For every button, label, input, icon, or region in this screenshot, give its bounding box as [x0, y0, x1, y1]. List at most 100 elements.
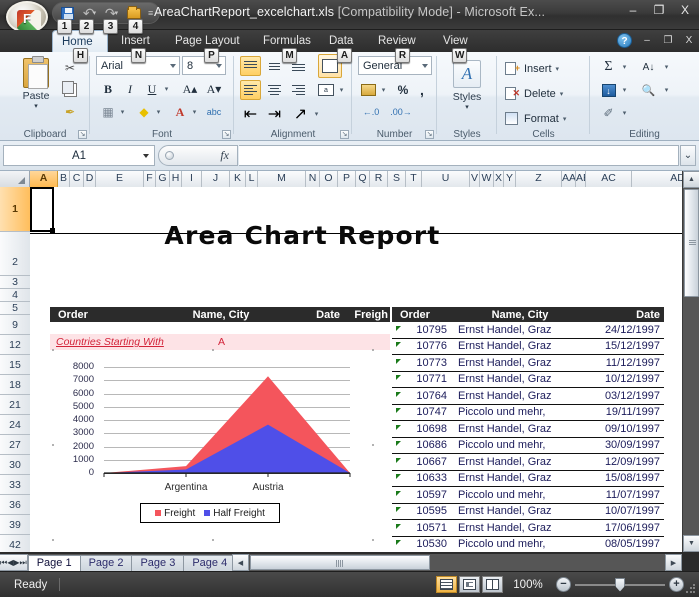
- row-header-3[interactable]: 3: [0, 276, 30, 289]
- clear-button[interactable]: ✐: [598, 103, 619, 123]
- resize-grip-icon[interactable]: [685, 583, 696, 594]
- error-indicator-icon[interactable]: [396, 507, 401, 513]
- autosum-button[interactable]: Σ: [598, 57, 619, 77]
- orientation-dropdown-icon[interactable]: ▾: [312, 104, 321, 124]
- column-header-t[interactable]: T: [406, 171, 422, 187]
- table-row[interactable]: 10776 Ernst Handel, Graz 15/12/1997: [392, 338, 664, 355]
- error-indicator-icon[interactable]: [396, 325, 401, 331]
- scroll-left-button[interactable]: ◀: [232, 554, 249, 571]
- sort-filter-dropdown-icon[interactable]: ▾: [662, 57, 671, 77]
- grow-font-button[interactable]: A▴: [180, 79, 200, 99]
- row-header-18[interactable]: 18: [0, 375, 30, 395]
- select-all-button[interactable]: [0, 171, 30, 187]
- table-row[interactable]: 10795 Ernst Handel, Graz 24/12/1997: [392, 322, 664, 339]
- column-header-m[interactable]: M: [258, 171, 306, 187]
- column-header-p[interactable]: P: [338, 171, 356, 187]
- delete-cells-button[interactable]: ✕ Delete ▾: [505, 83, 563, 104]
- table-row[interactable]: 10686 Piccolo und mehr, 30/09/1997: [392, 437, 664, 454]
- column-header-j[interactable]: J: [202, 171, 230, 187]
- format-painter-button[interactable]: ✒: [60, 102, 80, 122]
- column-header-y[interactable]: Y: [504, 171, 516, 187]
- minimize-button[interactable]: –: [625, 4, 641, 16]
- column-header-l[interactable]: L: [246, 171, 258, 187]
- table-row[interactable]: 10698 Ernst Handel, Graz 09/10/1997: [392, 421, 664, 438]
- table-row[interactable]: 10764 Ernst Handel, Graz 03/12/1997: [392, 388, 664, 405]
- column-header-aa[interactable]: AA: [562, 171, 576, 187]
- row-header-39[interactable]: 39: [0, 515, 30, 535]
- copy-button[interactable]: [60, 80, 80, 100]
- styles-button[interactable]: A Styles ▾: [444, 56, 490, 118]
- table-row[interactable]: 10633 Ernst Handel, Graz 15/08/1997: [392, 470, 664, 487]
- column-header-s[interactable]: S: [388, 171, 406, 187]
- office-button[interactable]: [6, 1, 48, 33]
- page-break-view-button[interactable]: [482, 576, 503, 593]
- column-header-k[interactable]: K: [230, 171, 246, 187]
- scroll-down-button[interactable]: ▼: [683, 535, 699, 552]
- last-sheet-button[interactable]: ⏭: [20, 558, 27, 568]
- zoom-slider[interactable]: − +: [556, 576, 684, 593]
- ribbon-restore-button[interactable]: ❐: [662, 35, 674, 46]
- row-header-24[interactable]: 24: [0, 415, 30, 435]
- column-header-ab[interactable]: AB: [576, 171, 586, 187]
- row-header-1[interactable]: 1: [0, 187, 30, 232]
- autosum-dropdown-icon[interactable]: ▾: [620, 57, 629, 77]
- column-header-n[interactable]: N: [306, 171, 320, 187]
- error-indicator-icon[interactable]: [396, 441, 401, 447]
- scroll-up-button[interactable]: ▲: [683, 171, 699, 188]
- vertical-scrollbar[interactable]: ▲ ▼: [682, 171, 699, 552]
- percent-style-button[interactable]: %: [394, 80, 412, 100]
- customize-qat-button[interactable]: ≡: [148, 8, 153, 18]
- font-dialog-launcher[interactable]: ↘: [222, 130, 231, 139]
- error-indicator-icon[interactable]: [396, 342, 401, 348]
- borders-button[interactable]: ▦: [98, 102, 118, 122]
- zoom-in-button[interactable]: +: [669, 577, 684, 592]
- fill-button[interactable]: ↓: [598, 80, 619, 100]
- column-header-c[interactable]: C: [70, 171, 84, 187]
- fill-color-button[interactable]: ◆: [134, 102, 154, 122]
- underline-dropdown-icon[interactable]: ▾: [162, 79, 171, 99]
- page-layout-view-button[interactable]: [459, 576, 480, 593]
- column-header-u[interactable]: U: [422, 171, 470, 187]
- paste-button[interactable]: Paste ▾: [12, 55, 60, 115]
- phonetic-guide-button[interactable]: abc: [204, 102, 224, 122]
- table-row[interactable]: 10571 Ernst Handel, Graz 17/06/1997: [392, 520, 664, 537]
- error-indicator-icon[interactable]: [396, 408, 401, 414]
- column-header-w[interactable]: W: [480, 171, 494, 187]
- column-header-d[interactable]: D: [84, 171, 96, 187]
- column-header-f[interactable]: F: [144, 171, 156, 187]
- expand-formula-bar-button[interactable]: ⌄: [680, 145, 696, 166]
- clipboard-dialog-launcher[interactable]: ↘: [78, 130, 87, 139]
- vertical-scroll-thumb[interactable]: [684, 189, 699, 297]
- first-sheet-button[interactable]: ⏮: [0, 558, 7, 568]
- merge-center-button[interactable]: a: [316, 80, 336, 100]
- column-header-i[interactable]: I: [182, 171, 202, 187]
- column-header-x[interactable]: X: [494, 171, 504, 187]
- table-row[interactable]: 10771 Ernst Handel, Graz 10/12/1997: [392, 371, 664, 388]
- row-header-33[interactable]: 33: [0, 475, 30, 495]
- column-header-ac[interactable]: AC: [586, 171, 632, 187]
- zoom-slider-thumb[interactable]: [615, 577, 625, 592]
- orientation-button[interactable]: ↗: [290, 104, 311, 124]
- underline-button[interactable]: U: [142, 79, 162, 99]
- close-button[interactable]: X: [677, 4, 693, 16]
- shrink-font-button[interactable]: A▾: [204, 79, 224, 99]
- increase-decimal-button[interactable]: ←.0: [358, 102, 384, 122]
- ribbon-minimize-button[interactable]: –: [641, 35, 653, 46]
- column-header-b[interactable]: B: [58, 171, 70, 187]
- row-header-27[interactable]: 27: [0, 435, 30, 455]
- align-left-button[interactable]: [240, 80, 261, 100]
- font-color-button[interactable]: A: [170, 102, 190, 122]
- merge-dropdown-icon[interactable]: ▾: [337, 80, 346, 100]
- accounting-dropdown-icon[interactable]: ▾: [379, 80, 388, 100]
- column-header-a[interactable]: A: [30, 171, 58, 187]
- area-chart[interactable]: 8000 7000 6000 5000 4000 3000 2000 1000 0 Argent…: [52, 349, 374, 541]
- horizontal-scrollbar[interactable]: ◀ ▶: [232, 554, 682, 571]
- comma-style-button[interactable]: ,: [414, 80, 430, 100]
- alignment-dialog-launcher[interactable]: ↘: [340, 130, 349, 139]
- row-header-12[interactable]: 12: [0, 335, 30, 355]
- error-indicator-icon[interactable]: [396, 424, 401, 430]
- table-row[interactable]: 10597 Piccolo und mehr, 11/07/1997: [392, 487, 664, 504]
- decrease-indent-button[interactable]: ⇤: [240, 104, 261, 124]
- fill-color-dropdown-icon[interactable]: ▾: [154, 102, 163, 122]
- zoom-track[interactable]: [575, 577, 665, 592]
